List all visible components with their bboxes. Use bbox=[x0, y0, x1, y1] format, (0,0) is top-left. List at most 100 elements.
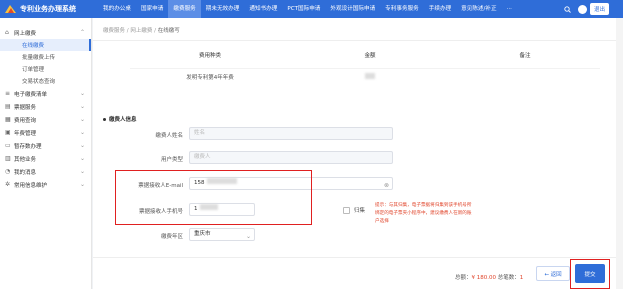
sidebar: ⌂ 网上缴费 ⌃ 在线缴费 批量缴费上传 订单管理 交易状态查询 ≡ 电子缴费清… bbox=[0, 18, 92, 289]
user-type-field[interactable]: 缴费人 bbox=[189, 151, 393, 164]
clear-icon[interactable]: ⊗ bbox=[384, 180, 389, 191]
sidebar-group-label: 网上缴费 bbox=[14, 30, 37, 37]
nav-item-national-apply[interactable]: 国家申请 bbox=[136, 0, 168, 18]
nav-item-fee-service[interactable]: 缴费服务 bbox=[168, 0, 201, 18]
sidebar-group-info[interactable]: ✲ 常用信息维护 ⌄ bbox=[0, 178, 91, 191]
total-summary: 总额：¥ 180.00 总笔数：1 bbox=[455, 273, 523, 281]
sidebar-group-label: 常用信息维护 bbox=[14, 182, 48, 189]
fee-note-cell bbox=[450, 73, 600, 80]
sidebar-group-label: 票据服务 bbox=[14, 104, 37, 111]
sidebar-group-online-pay[interactable]: ⌂ 网上缴费 ⌃ bbox=[0, 26, 91, 39]
column-header: 费用种类 bbox=[198, 53, 221, 59]
footer-bar: 总额：¥ 180.00 总笔数：1 ← 返回 提交 bbox=[93, 257, 623, 289]
sidebar-group-annual[interactable]: ▣ 年费管理 ⌄ bbox=[0, 126, 91, 139]
grid-icon: ▥ bbox=[5, 154, 11, 162]
bullet-icon bbox=[103, 118, 106, 121]
count-label: 总笔数： bbox=[497, 275, 520, 281]
highlight-box bbox=[115, 170, 312, 225]
user-type-label: 用户类型 bbox=[160, 157, 183, 163]
nav-item-opinion[interactable]: 意见陈述/补正 bbox=[456, 0, 501, 18]
chevron-down-icon: ⌄ bbox=[79, 116, 85, 123]
receipt-icon: ▤ bbox=[5, 102, 11, 110]
bell-icon: ◔ bbox=[5, 167, 11, 175]
section-title-text: 缴费人信息 bbox=[109, 117, 137, 123]
chevron-down-icon: ⌄ bbox=[79, 90, 85, 97]
column-header: 备注 bbox=[519, 53, 531, 59]
nav-item-pct[interactable]: PCT国际申请 bbox=[282, 0, 325, 18]
table-row: 发明专利第4年年费 bbox=[130, 68, 600, 81]
column-header: 金额 bbox=[364, 53, 376, 59]
total-value: ¥ 180.00 bbox=[471, 275, 497, 281]
sidebar-group-temp[interactable]: ▭ 暂存数办理 ⌄ bbox=[0, 139, 91, 152]
breadcrumb-item[interactable]: 网上缴费 bbox=[130, 28, 152, 34]
breadcrumb: 缴费服务 / 网上缴费 / 在线缴写 bbox=[103, 28, 180, 34]
logo-icon bbox=[5, 5, 16, 13]
region-label: 缴费年区 bbox=[160, 234, 183, 240]
settings-icon: ✲ bbox=[5, 180, 11, 188]
chevron-down-icon: ⌄ bbox=[79, 155, 85, 162]
main-nav: 我的办公桌 国家申请 缴费服务 期未无效办理 通知书办理 PCT国际申请 外观设… bbox=[98, 0, 517, 18]
chevron-down-icon: ⌄ bbox=[79, 181, 85, 188]
avatar[interactable] bbox=[577, 4, 587, 14]
list-icon: ≡ bbox=[5, 89, 11, 97]
scrollbar[interactable] bbox=[616, 18, 623, 289]
nav-item-invalid[interactable]: 期未无效办理 bbox=[201, 0, 245, 18]
fee-type-cell: 发明专利第4年年费 bbox=[186, 75, 234, 81]
region-select[interactable]: 重庆市 ⌄ bbox=[189, 228, 255, 241]
main-content: 缴费服务 / 网上缴费 / 在线缴写 费用种类 金额 备注 发明专利第4年年费 … bbox=[93, 18, 623, 289]
breadcrumb-current: 在线缴写 bbox=[157, 28, 180, 34]
payer-name-label: 缴费人姓名 bbox=[155, 133, 183, 139]
sidebar-group-label: 暂存数办理 bbox=[14, 143, 42, 150]
home-icon: ⌂ bbox=[5, 28, 9, 36]
logout-button[interactable]: 退出 bbox=[589, 3, 609, 15]
total-label: 总额： bbox=[455, 275, 472, 281]
fee-table-header: 费用种类 金额 备注 bbox=[130, 51, 600, 63]
app-logo[interactable]: 专利业务办理系统 bbox=[0, 0, 98, 18]
nav-more[interactable]: ··· bbox=[502, 0, 517, 18]
search-doc-icon: ▦ bbox=[5, 115, 11, 123]
collect-checkbox[interactable] bbox=[343, 207, 350, 214]
fee-amount-cell bbox=[290, 73, 450, 80]
nav-item-affairs[interactable]: 专利事务服务 bbox=[380, 0, 424, 18]
app-title: 专利业务办理系统 bbox=[20, 5, 76, 13]
sidebar-item-orders[interactable]: 订单管理 bbox=[0, 63, 91, 75]
chevron-down-icon: ⌄ bbox=[79, 129, 85, 136]
chevron-down-icon: ⌄ bbox=[245, 233, 251, 240]
redacted-amount bbox=[365, 73, 375, 79]
top-navigation-bar: 专利业务办理系统 我的办公桌 国家申请 缴费服务 期未无效办理 通知书办理 PC… bbox=[0, 0, 623, 18]
sidebar-group-label: 电子缴费清单 bbox=[14, 91, 48, 98]
search-icon[interactable] bbox=[561, 0, 575, 18]
chevron-up-icon: ⌃ bbox=[79, 29, 85, 36]
chevron-down-icon: ⌄ bbox=[79, 168, 85, 175]
sidebar-group-fee-query[interactable]: ▦ 费用查询 ⌄ bbox=[0, 113, 91, 126]
top-right-tools: 退出 bbox=[561, 0, 623, 18]
chevron-down-icon: ⌄ bbox=[79, 142, 85, 149]
sidebar-group-label: 费用查询 bbox=[14, 117, 37, 124]
sidebar-group-label: 其他业务 bbox=[14, 156, 37, 163]
section-title: 缴费人信息 bbox=[103, 115, 137, 123]
divider bbox=[93, 40, 623, 41]
nav-item-desk[interactable]: 我的办公桌 bbox=[98, 0, 136, 18]
sidebar-group-messages[interactable]: ◔ 我的消息 ⌄ bbox=[0, 165, 91, 178]
sidebar-item-trade-status[interactable]: 交易状态查询 bbox=[0, 75, 91, 87]
sidebar-group-label: 年费管理 bbox=[14, 130, 37, 137]
breadcrumb-item[interactable]: 缴费服务 bbox=[103, 28, 125, 34]
nav-item-procedure[interactable]: 手续办理 bbox=[424, 0, 456, 18]
sidebar-group-invoice[interactable]: ▤ 票据服务 ⌄ bbox=[0, 100, 91, 113]
collect-checkbox-label: 归集 bbox=[354, 208, 366, 214]
nav-item-design-intl[interactable]: 外观设计国际申请 bbox=[325, 0, 380, 18]
count-value: 1 bbox=[519, 275, 524, 281]
sidebar-item-online-pay[interactable]: 在线缴费 bbox=[0, 39, 91, 51]
sidebar-group-other[interactable]: ▥ 其他业务 ⌄ bbox=[0, 152, 91, 165]
sidebar-item-batch-upload[interactable]: 批量缴费上传 bbox=[0, 51, 91, 63]
region-value: 重庆市 bbox=[194, 231, 211, 237]
folder-icon: ▭ bbox=[5, 141, 11, 149]
back-button[interactable]: ← 返回 bbox=[536, 266, 570, 281]
payer-name-field[interactable]: 姓名 bbox=[189, 127, 393, 140]
calendar-icon: ▣ bbox=[5, 128, 11, 136]
highlight-box bbox=[570, 259, 610, 289]
sidebar-group-label: 我的消息 bbox=[14, 169, 37, 176]
chevron-down-icon: ⌄ bbox=[79, 103, 85, 110]
sidebar-group-e-list[interactable]: ≡ 电子缴费清单 ⌄ bbox=[0, 87, 91, 100]
nav-item-notice[interactable]: 通知书办理 bbox=[244, 0, 282, 18]
